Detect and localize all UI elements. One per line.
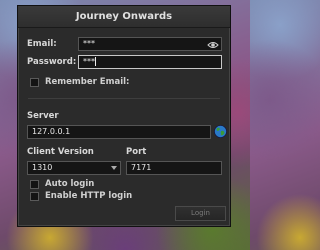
server-value: 127.0.0.1 (32, 127, 71, 136)
password-field[interactable]: *** (78, 55, 222, 69)
client-version-label: Client Version (27, 147, 94, 157)
email-field[interactable]: *** (78, 37, 222, 51)
http-login-checkbox[interactable] (30, 192, 39, 201)
login-button[interactable]: Login (175, 206, 226, 221)
login-window: Journey Onwards Email: *** Password: ***… (17, 5, 231, 227)
password-label: Password: (27, 57, 77, 67)
remember-email-label: Remember Email: (45, 77, 130, 87)
section-divider (28, 98, 220, 99)
text-cursor (95, 57, 96, 66)
http-login-label: Enable HTTP login (45, 191, 133, 201)
globe-icon[interactable] (214, 125, 227, 138)
eye-icon[interactable] (207, 39, 219, 51)
auto-login-label: Auto login (45, 179, 95, 189)
server-field[interactable]: 127.0.0.1 (27, 125, 211, 139)
email-label: Email: (27, 39, 57, 49)
email-value: *** (83, 39, 95, 48)
port-value: 7171 (131, 163, 152, 172)
auto-login-checkbox[interactable] (30, 180, 39, 189)
port-field[interactable]: 7171 (126, 161, 222, 175)
password-value: *** (83, 57, 95, 66)
port-label: Port (126, 147, 147, 157)
remember-email-checkbox[interactable] (30, 78, 39, 87)
client-version-value: 1310 (32, 163, 53, 172)
client-version-select[interactable]: 1310 (27, 161, 121, 175)
chevron-down-icon[interactable] (111, 166, 117, 170)
window-title[interactable]: Journey Onwards (18, 6, 230, 28)
server-label: Server (27, 111, 59, 121)
